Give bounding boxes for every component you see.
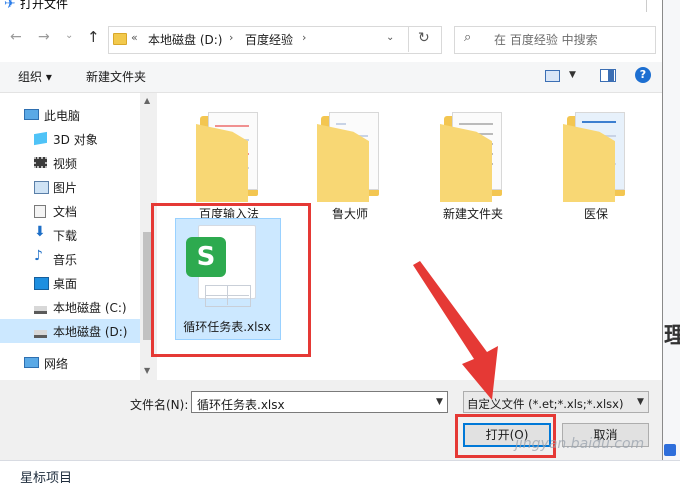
annotation-arrow-shape: [413, 261, 498, 400]
annotation-arrow: [413, 261, 498, 400]
watermark: jingyan.baidu.com: [515, 436, 645, 452]
